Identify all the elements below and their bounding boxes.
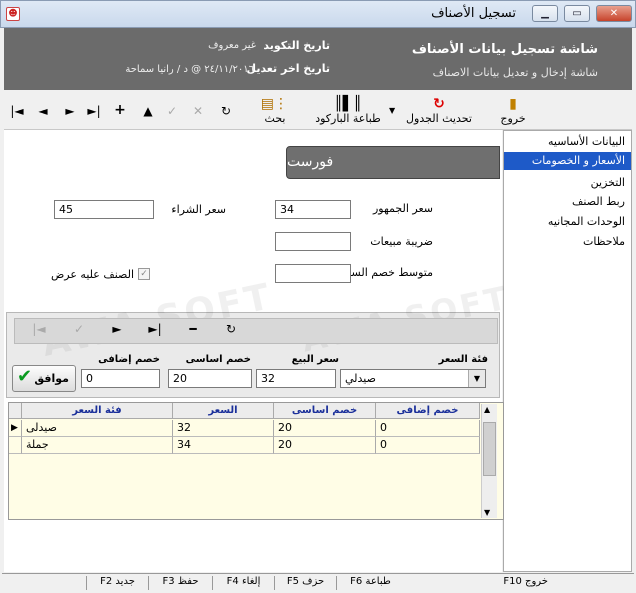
item-name-display: فورست xyxy=(286,146,500,179)
price-category-select[interactable]: صيدلي xyxy=(340,369,486,388)
last-record-icon[interactable]: ►| xyxy=(86,104,102,118)
public-price-input[interactable]: 34 xyxy=(275,200,351,219)
table-row-1-category[interactable]: صيدلى xyxy=(22,420,173,437)
sidebar-item-storage[interactable]: التخزين xyxy=(507,174,627,192)
col-price[interactable]: السعر xyxy=(173,403,274,419)
purchase-price-label: سعر الشراء xyxy=(171,203,226,216)
col-extra-discount[interactable]: خصم إضافى xyxy=(376,403,480,419)
table-row-1-extra[interactable]: 0 xyxy=(376,420,480,437)
dropdown-arrow-icon[interactable]: ▼ xyxy=(389,106,395,115)
select-arrow-icon[interactable]: ▼ xyxy=(468,370,485,387)
barcode-icon: ║▌║ xyxy=(334,96,362,112)
refresh-label: تحديث الجدول xyxy=(406,112,472,125)
exit-door-icon: ▮ xyxy=(509,96,517,112)
status-bar: خروج F10 طباعة F6 حزف F5 إلغاء F4 حفظ F3… xyxy=(2,573,634,591)
up-icon[interactable]: ▲ xyxy=(140,104,156,118)
window-title: تسجيل الأصناف xyxy=(431,6,516,21)
sale-price-input[interactable]: 32 xyxy=(256,369,336,388)
status-cancel[interactable]: إلغاء F4 xyxy=(212,576,274,590)
basic-discount-label: خصم اساسى xyxy=(185,354,251,365)
refresh-icon-small[interactable]: ↻ xyxy=(224,322,238,336)
coding-date-value: غير معروف xyxy=(208,40,256,51)
search-label: بحث xyxy=(264,112,286,125)
market-discount-input[interactable] xyxy=(275,264,351,283)
sidebar: البيانات الأساسيه الأسعار و الخصومات الت… xyxy=(503,130,632,572)
print-barcode-button[interactable]: ║▌║ طباعة الباركود xyxy=(310,96,386,125)
scroll-thumb[interactable] xyxy=(483,422,496,476)
search-icon: ⋮▤ xyxy=(260,96,288,112)
screen-title: شاشة تسجيل بيانات الأصناف xyxy=(411,42,598,57)
status-delete[interactable]: حزف F5 xyxy=(274,576,336,590)
row-indicator-icon: ▶ xyxy=(9,420,22,437)
first-icon[interactable]: |◄ xyxy=(32,322,46,336)
confirm-icon[interactable]: ✓ xyxy=(164,104,180,118)
table-row-2-basic[interactable]: 20 xyxy=(274,437,376,454)
exit-button[interactable]: ▮ خروج xyxy=(496,96,530,125)
scroll-up-icon[interactable]: ▲ xyxy=(484,405,490,414)
sidebar-item-notes[interactable]: ملاحظات xyxy=(507,233,627,251)
purchase-price-input[interactable]: 45 xyxy=(54,200,154,219)
check-icon: ✔ xyxy=(17,366,33,387)
public-price-label: سعر الجمهور xyxy=(372,202,433,215)
refresh-icon: ↻ xyxy=(433,96,445,112)
close-button[interactable]: ✕ xyxy=(596,5,632,22)
price-category-value: صيدلي xyxy=(345,372,376,385)
screen-subtitle: شاشة إدخال و تعديل بيانات الاصناف xyxy=(432,66,598,79)
sales-tax-input[interactable] xyxy=(275,232,351,251)
confirm-disabled-icon[interactable]: ✓ xyxy=(72,322,86,336)
delete-row-icon[interactable]: ━ xyxy=(186,322,200,336)
screen-header xyxy=(4,28,632,90)
first-record-icon[interactable]: |◄ xyxy=(9,104,25,118)
exit-label: خروج xyxy=(500,112,526,125)
last-icon[interactable]: ►| xyxy=(148,322,162,336)
barcode-label: طباعة الباركود xyxy=(315,112,381,125)
status-exit[interactable]: خروج F10 xyxy=(404,576,632,590)
sidebar-item-free-units[interactable]: الوحدات المجانيه xyxy=(507,213,627,231)
col-basic-discount[interactable]: خصم اساسى xyxy=(274,403,376,419)
sidebar-item-basic-data[interactable]: البيانات الأساسيه xyxy=(507,133,627,151)
market-discount-label: متوسط خصم السوق xyxy=(337,266,433,279)
sale-price-label: سعر البيع xyxy=(291,354,339,365)
search-button[interactable]: ⋮▤ بحث xyxy=(260,96,288,125)
row-indicator-2 xyxy=(9,437,22,454)
table-row-1-basic[interactable]: 20 xyxy=(274,420,376,437)
grid-scrollbar[interactable]: ▲ ▼ xyxy=(481,404,497,518)
coding-date-label: تاريخ التكويد xyxy=(263,39,330,52)
modify-date-value: ٢٤/١١/٢٠١٦ @ د / رانيا سماحة xyxy=(125,64,254,75)
refresh-table-button[interactable]: ↻ تحديث الجدول xyxy=(404,96,474,125)
table-row-2-category[interactable]: جملة xyxy=(22,437,173,454)
next-record-icon[interactable]: ► xyxy=(62,104,78,118)
sales-tax-label: ضريبة مبيعات xyxy=(370,235,433,248)
extra-discount-input[interactable]: 0 xyxy=(81,369,160,388)
has-offer-checkbox[interactable]: ✓ xyxy=(138,268,150,280)
table-row-1-price[interactable]: 32 xyxy=(173,420,274,437)
status-save[interactable]: حفظ F3 xyxy=(148,576,212,590)
row-indicator-header xyxy=(9,403,22,419)
next-icon[interactable]: ► xyxy=(110,322,124,336)
sidebar-item-prices-discounts[interactable]: الأسعار و الخصومات xyxy=(504,152,631,170)
ok-label: موافق xyxy=(34,372,69,385)
reload-icon[interactable]: ↻ xyxy=(218,104,234,118)
sidebar-item-link-item[interactable]: ربط الصنف xyxy=(507,193,627,211)
discount-grid: فئة السعر السعر خصم اساسى خصم إضافى ▶ صي… xyxy=(8,402,504,520)
minimize-button[interactable]: ▁ xyxy=(532,5,558,22)
modify-date-label: تاريخ اخر تعديل xyxy=(246,62,331,75)
col-price-category[interactable]: فئة السعر xyxy=(22,403,173,419)
extra-discount-label: خصم إضافى xyxy=(98,354,160,365)
status-new[interactable]: جديد F2 xyxy=(86,576,148,590)
price-category-label: فئة السعر xyxy=(438,354,488,365)
status-print[interactable]: طباعة F6 xyxy=(336,576,404,590)
maximize-button[interactable]: ▭ xyxy=(564,5,590,22)
prev-record-icon[interactable]: ◄ xyxy=(35,104,51,118)
has-offer-label: الصنف عليه عرض xyxy=(51,268,134,281)
discount-nav-strip xyxy=(14,318,498,344)
cancel-icon[interactable]: ✕ xyxy=(190,104,206,118)
app-icon: ☻ xyxy=(6,7,20,21)
add-icon[interactable]: + xyxy=(112,102,128,118)
scroll-down-icon[interactable]: ▼ xyxy=(484,508,490,517)
table-row-2-price[interactable]: 34 xyxy=(173,437,274,454)
table-row-2-extra[interactable]: 0 xyxy=(376,437,480,454)
basic-discount-input[interactable]: 20 xyxy=(168,369,252,388)
